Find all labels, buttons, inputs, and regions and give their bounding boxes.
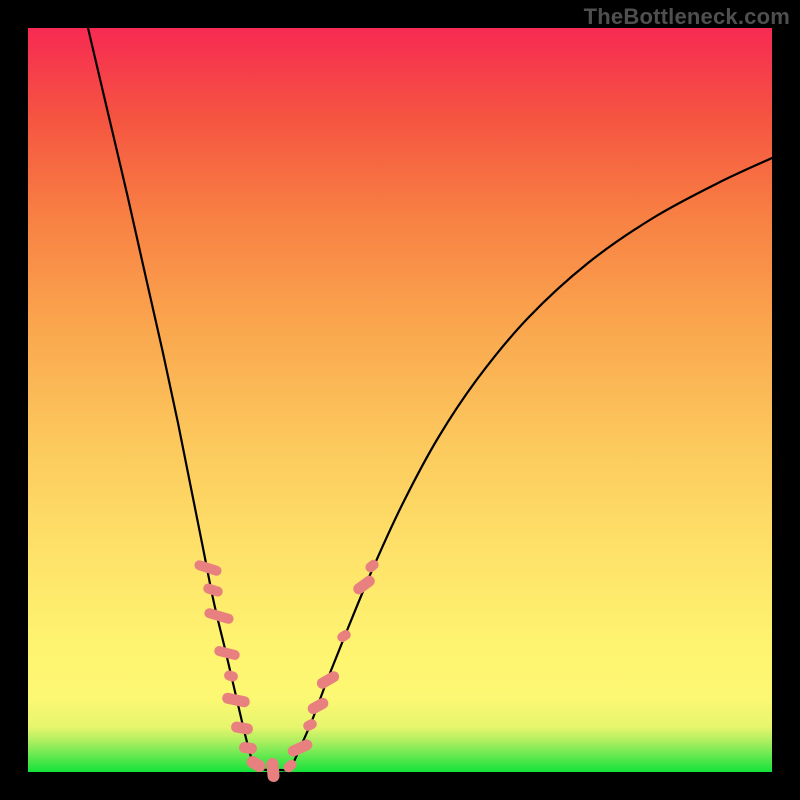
data-bead [230,721,254,736]
data-bead [302,717,319,732]
curve-layer [28,28,772,772]
data-bead [244,754,267,774]
data-bead [306,696,331,716]
data-bead [238,741,257,754]
data-bead [335,628,352,644]
watermark-text: TheBottleneck.com [584,4,790,30]
bottleneck-curve [88,28,772,770]
data-bead [351,573,377,596]
data-bead [363,558,380,574]
chart-frame: TheBottleneck.com [0,0,800,800]
data-bead [223,669,239,682]
data-bead [281,758,298,775]
data-bead [286,738,314,759]
plot-area [28,28,772,772]
data-bead [266,758,280,783]
data-bead [315,669,341,691]
